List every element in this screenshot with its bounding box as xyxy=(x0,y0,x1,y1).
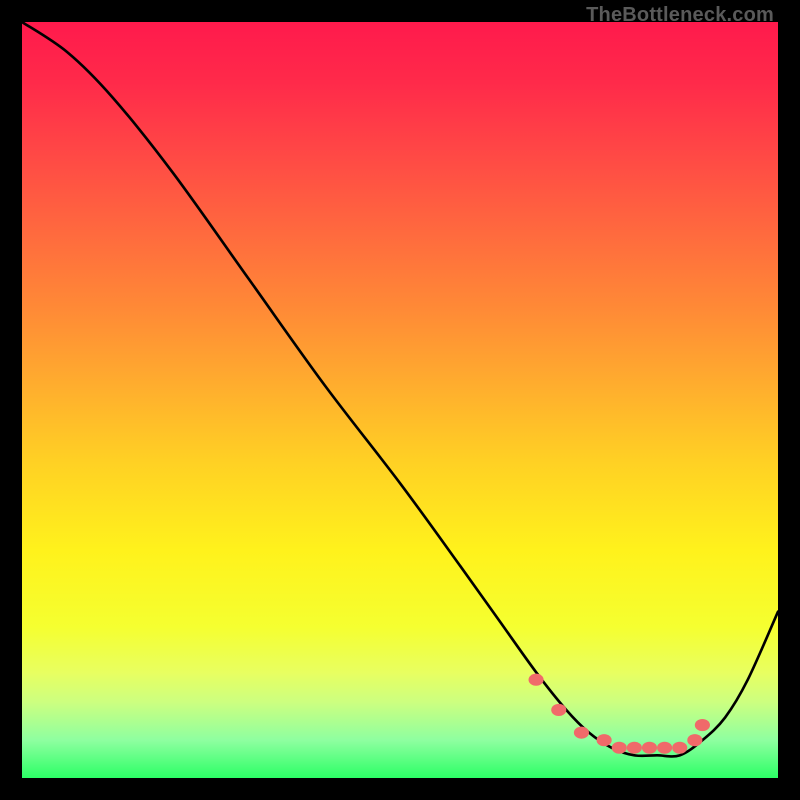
chart-svg xyxy=(22,22,778,778)
marker-dot xyxy=(642,742,657,754)
curve-markers xyxy=(529,674,710,754)
marker-dot xyxy=(627,742,642,754)
marker-dot xyxy=(574,727,589,739)
chart-frame: TheBottleneck.com xyxy=(0,0,800,800)
curve-line xyxy=(22,22,778,756)
watermark-text: TheBottleneck.com xyxy=(586,4,774,27)
marker-dot xyxy=(551,704,566,716)
plot-area xyxy=(22,22,778,778)
marker-dot xyxy=(529,674,544,686)
marker-dot xyxy=(687,734,702,746)
marker-dot xyxy=(597,734,612,746)
marker-dot xyxy=(672,742,687,754)
marker-dot xyxy=(695,719,710,731)
marker-dot xyxy=(657,742,672,754)
marker-dot xyxy=(612,742,627,754)
